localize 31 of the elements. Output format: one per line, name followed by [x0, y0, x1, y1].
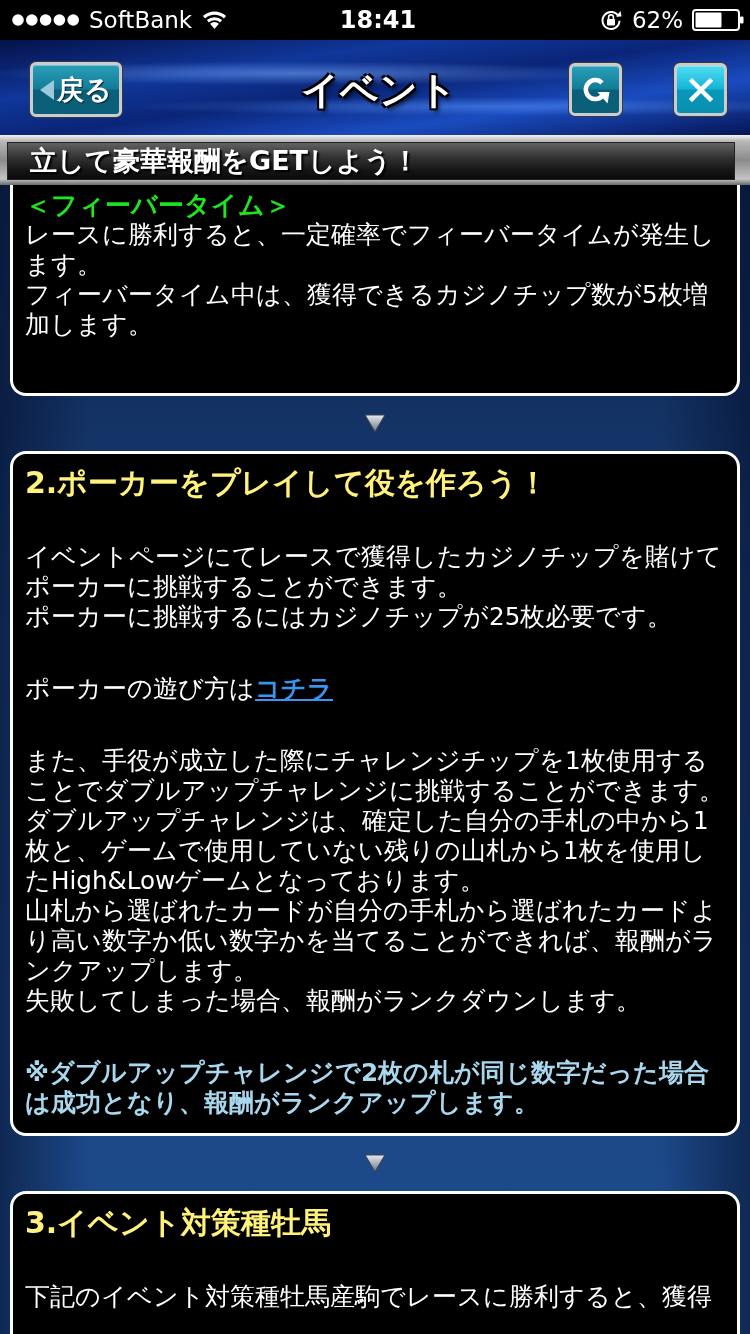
body-text: ポーカーに挑戦するにはカジノチップが25枚必要です。	[25, 602, 674, 632]
back-button[interactable]: 戻る	[30, 62, 122, 117]
rotation-lock-icon	[598, 8, 623, 32]
status-time: 18:41	[339, 6, 417, 34]
body-text: イベントページにてレースで獲得したカジノチップを賭けてポーカーに挑戦することができます。	[25, 542, 723, 602]
body-text: 山札から選ばれたカードが自分の手札から選ばれたカードより高い数字か低い数字かを当てることができれば、報酬がランクアップします。	[25, 896, 718, 986]
section-heading: 2.ポーカーをプレイして役を作ろう！	[25, 466, 550, 500]
body-text: 失敗してしまった場合、報酬がランクダウンします。	[25, 986, 642, 1016]
body-text: ダブルアップチャレンジは、確定した自分の手札の中から1枚と、ゲームで使用していない残りの山札から1枚を使用したHigh&Lowゲームとなっております。	[25, 806, 710, 896]
text-link[interactable]: コチラ	[255, 674, 333, 703]
body-text: ポーカーの遊び方は コチラ	[25, 674, 334, 704]
section-subheading: ＜フィーバータイム＞	[25, 190, 292, 220]
battery-percentage: 62%	[631, 6, 683, 34]
body-text: また、手役が成立した際にチャレンジチップを1枚使用することでダブルアップチャレンジに挑戦することができます。	[25, 746, 725, 806]
body-text: レースに勝利すると、一定確率でフィーバータイムが発生します。	[25, 220, 716, 280]
body-text: 下記のイベント対策種牡馬産駒でレースに勝利すると、獲得	[25, 1282, 713, 1312]
close-button[interactable]	[674, 63, 727, 116]
wifi-icon	[202, 11, 228, 29]
down-triangle-icon	[364, 414, 386, 433]
refresh-button[interactable]	[569, 63, 622, 116]
signal-icon	[12, 14, 79, 26]
page-title: イベント	[300, 66, 457, 113]
banner-text: 立して豪華報酬をGETしよう！	[7, 142, 735, 180]
close-icon	[688, 77, 713, 102]
down-triangle-icon	[364, 1154, 386, 1173]
carrier-name: SoftBank	[89, 6, 193, 34]
battery-icon	[692, 9, 744, 31]
left-triangle-icon	[39, 78, 55, 101]
section-heading: 3.イベント対策種牡馬	[25, 1206, 333, 1240]
note-text: ※ダブルアップチャレンジで2枚の札が同じ数字だった場合は成功となり、報酬がランクアップします。	[25, 1058, 711, 1118]
body-text: フィーバータイム中は、獲得できるカジノチップ数が5枚増加します。	[25, 280, 709, 340]
